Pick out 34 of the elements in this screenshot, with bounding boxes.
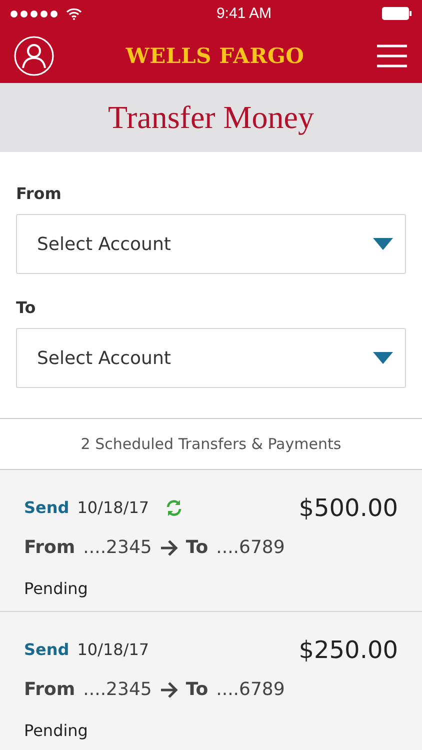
- to-account: ....6789: [216, 678, 285, 702]
- to-account: ....6789: [216, 536, 285, 560]
- account-select[interactable]: Select Account: [16, 328, 406, 388]
- from-label: From: [24, 678, 76, 702]
- caret-icon: [373, 238, 393, 250]
- transfer-date: 10/18/17: [77, 497, 150, 519]
- transfer-status: Pending: [24, 720, 89, 742]
- arrow-icon: [160, 682, 178, 698]
- status-time: 9:41 AM: [216, 4, 272, 24]
- brand-logo: WELLS FARGO: [126, 42, 304, 70]
- arrow-icon: [160, 540, 178, 556]
- from-label: From: [24, 536, 76, 560]
- transfer-type: Send: [24, 497, 70, 519]
- menu-button[interactable]: [376, 43, 408, 68]
- to-label: To: [186, 678, 208, 702]
- transfer-date: 10/18/17: [77, 639, 150, 661]
- profile-button[interactable]: [14, 36, 54, 76]
- transfer-status: Pending: [24, 578, 89, 600]
- transfer-card[interactable]: Send 10/18/17 $500.00 From ....2345 To ....6789 Pending: [0, 470, 422, 612]
- scheduled-heading: 2 Scheduled Transfers & Payments: [80, 434, 342, 455]
- caret-icon: [373, 352, 393, 364]
- from-account: ....2345: [83, 536, 152, 560]
- transfer-amount: $500.00: [298, 493, 398, 524]
- field-label: To: [16, 297, 37, 319]
- field-label: From: [16, 183, 62, 205]
- page-title: Transfer Money: [108, 98, 314, 137]
- wifi-icon: [66, 8, 82, 20]
- from-account: ....2345: [83, 678, 152, 702]
- transfer-amount: $250.00: [298, 635, 398, 666]
- transfer-type: Send: [24, 639, 70, 661]
- battery-icon: [382, 7, 412, 20]
- account-select[interactable]: Select Account: [16, 214, 406, 274]
- to-label: To: [186, 536, 208, 560]
- transfer-card[interactable]: Send 10/18/17 $250.00 From ....2345 To ....6789 Pending: [0, 612, 422, 750]
